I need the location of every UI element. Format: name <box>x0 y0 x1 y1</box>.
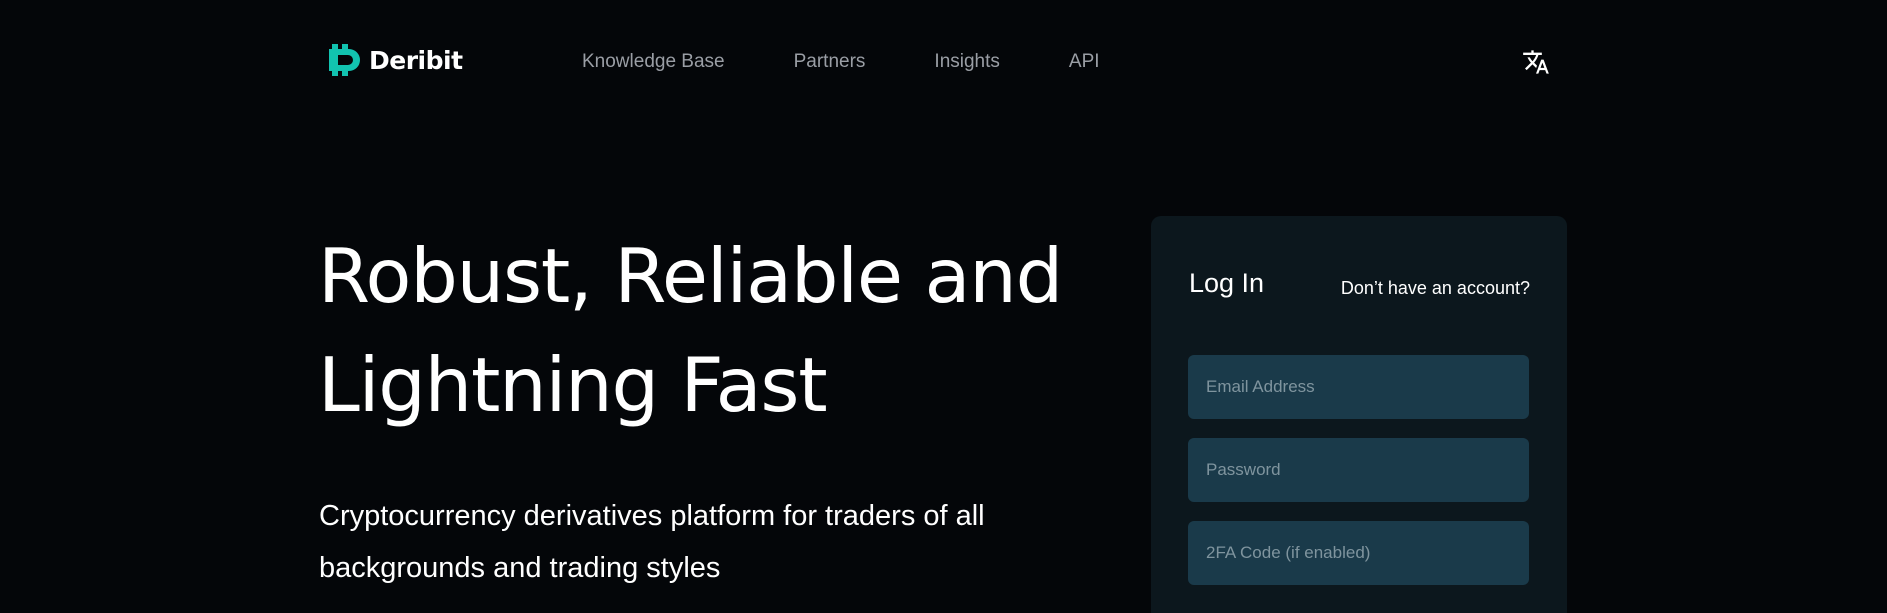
logo-wordmark: Deribit <box>369 45 463 75</box>
login-title: Log In <box>1189 268 1265 298</box>
main-nav: Knowledge Base Partners Insights API <box>582 36 1169 88</box>
hero-title-line-2: Lightning Fast <box>318 341 828 429</box>
nav-link-insights[interactable]: Insights <box>934 51 999 73</box>
translate-icon <box>1523 50 1549 74</box>
site-header: Deribit Knowledge Base Partners Insights… <box>0 36 1887 88</box>
hero-title-line-1: Robust, Reliable and <box>318 232 1063 320</box>
hero-title: Robust, Reliable and Lightning Fast <box>318 222 1078 440</box>
deribit-logo-icon <box>329 44 360 76</box>
language-button[interactable] <box>1522 48 1550 76</box>
email-field[interactable] <box>1188 355 1529 419</box>
login-card: Log In Don’t have an account? <box>1151 216 1567 613</box>
nav-link-partners[interactable]: Partners <box>794 51 866 73</box>
twofa-code-field[interactable] <box>1188 521 1529 585</box>
hero-subtitle-line-1: Cryptocurrency derivatives platform for … <box>319 500 985 532</box>
nav-link-knowledge-base[interactable]: Knowledge Base <box>582 51 725 73</box>
signup-link[interactable]: Don’t have an account? <box>1341 278 1530 299</box>
hero-subtitle-line-2: backgrounds and trading styles <box>319 552 721 584</box>
page: Deribit Knowledge Base Partners Insights… <box>0 0 1887 613</box>
logo-link[interactable]: Deribit <box>325 40 463 80</box>
hero-subtitle: Cryptocurrency derivatives platform for … <box>319 490 1079 594</box>
nav-link-api[interactable]: API <box>1069 51 1100 73</box>
password-field[interactable] <box>1188 438 1529 502</box>
